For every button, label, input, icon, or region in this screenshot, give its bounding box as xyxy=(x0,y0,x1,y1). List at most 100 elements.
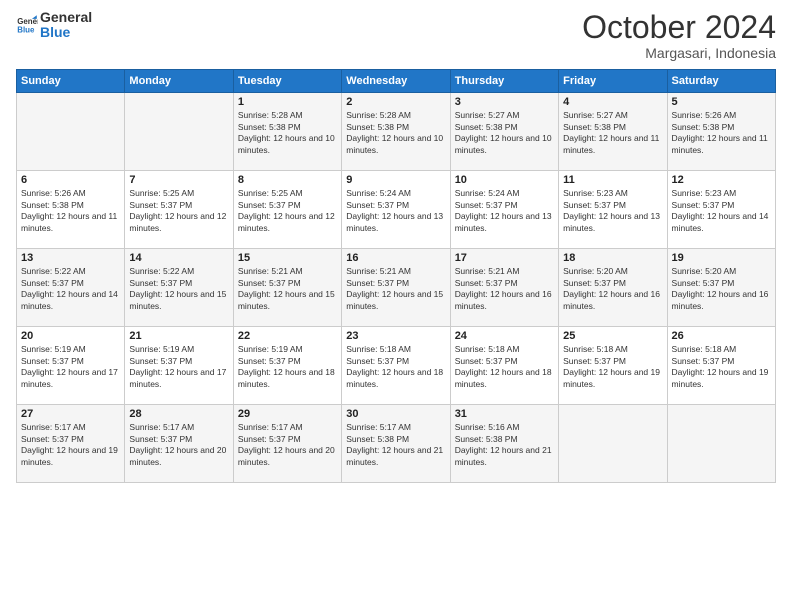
day-number: 10 xyxy=(455,174,554,186)
day-number: 14 xyxy=(129,252,228,264)
day-cell: 24 Sunrise: 5:18 AMSunset: 5:37 PMDayligh… xyxy=(450,327,558,405)
day-cell: 5Sunrise: 5:26 AMSunset: 5:38 PMDaylight… xyxy=(667,93,775,171)
day-info: Sunrise: 5:24 AMSunset: 5:37 PMDaylight:… xyxy=(455,188,554,234)
day-info: Sunrise: 5:25 AMSunset: 5:37 PMDaylight:… xyxy=(129,188,228,234)
header-friday: Friday xyxy=(559,70,667,93)
day-number: 21 xyxy=(129,330,228,342)
day-cell: 18 Sunrise: 5:20 AMSunset: 5:37 PMDayligh… xyxy=(559,249,667,327)
header: General Blue General Blue October 2024 M… xyxy=(16,10,776,61)
day-info: Sunrise: 5:27 AMSunset: 5:38 PMDaylight:… xyxy=(455,110,554,156)
week-row-3: 20 Sunrise: 5:19 AMSunset: 5:37 PMDayligh… xyxy=(17,327,776,405)
day-number: 30 xyxy=(346,408,445,420)
day-cell xyxy=(559,405,667,483)
day-info: Sunrise: 5:18 AMSunset: 5:37 PMDaylight:… xyxy=(672,344,771,390)
day-number: 28 xyxy=(129,408,228,420)
day-number: 15 xyxy=(238,252,337,264)
day-number: 24 xyxy=(455,330,554,342)
day-number: 3 xyxy=(455,96,554,108)
day-cell: 22 Sunrise: 5:19 AMSunset: 5:37 PMDayligh… xyxy=(233,327,341,405)
day-info: Sunrise: 5:18 AMSunset: 5:37 PMDaylight:… xyxy=(563,344,662,390)
header-row: SundayMondayTuesdayWednesdayThursdayFrid… xyxy=(17,70,776,93)
day-number: 25 xyxy=(563,330,662,342)
day-info: Sunrise: 5:28 AMSunset: 5:38 PMDaylight:… xyxy=(346,110,445,156)
day-cell: 14 Sunrise: 5:22 AMSunset: 5:37 PMDayligh… xyxy=(125,249,233,327)
svg-text:Blue: Blue xyxy=(17,26,35,35)
day-number: 2 xyxy=(346,96,445,108)
day-info: Sunrise: 5:24 AMSunset: 5:37 PMDaylight:… xyxy=(346,188,445,234)
day-cell: 9 Sunrise: 5:24 AMSunset: 5:37 PMDaylight… xyxy=(342,171,450,249)
day-info: Sunrise: 5:26 AMSunset: 5:38 PMDaylight:… xyxy=(672,110,771,156)
day-info: Sunrise: 5:20 AMSunset: 5:37 PMDaylight:… xyxy=(672,266,771,312)
day-cell: 2 Sunrise: 5:28 AMSunset: 5:38 PMDaylight… xyxy=(342,93,450,171)
day-cell: 11 Sunrise: 5:23 AMSunset: 5:37 PMDayligh… xyxy=(559,171,667,249)
day-info: Sunrise: 5:18 AMSunset: 5:37 PMDaylight:… xyxy=(455,344,554,390)
day-cell: 25 Sunrise: 5:18 AMSunset: 5:37 PMDayligh… xyxy=(559,327,667,405)
day-info: Sunrise: 5:23 AMSunset: 5:37 PMDaylight:… xyxy=(563,188,662,234)
day-cell: 17 Sunrise: 5:21 AMSunset: 5:37 PMDayligh… xyxy=(450,249,558,327)
title-block: October 2024 Margasari, Indonesia xyxy=(582,10,776,61)
day-info: Sunrise: 5:21 AMSunset: 5:37 PMDaylight:… xyxy=(346,266,445,312)
day-info: Sunrise: 5:22 AMSunset: 5:37 PMDaylight:… xyxy=(21,266,120,312)
day-cell xyxy=(667,405,775,483)
day-cell: 12Sunrise: 5:23 AMSunset: 5:37 PMDayligh… xyxy=(667,171,775,249)
day-number: 20 xyxy=(21,330,120,342)
location: Margasari, Indonesia xyxy=(582,45,776,61)
day-number: 9 xyxy=(346,174,445,186)
day-number: 4 xyxy=(563,96,662,108)
day-info: Sunrise: 5:17 AMSunset: 5:37 PMDaylight:… xyxy=(21,422,120,468)
day-cell: 26 Sunrise: 5:18 AMSunset: 5:37 PMDayligh… xyxy=(667,327,775,405)
header-sunday: Sunday xyxy=(17,70,125,93)
page: General Blue General Blue October 2024 M… xyxy=(0,0,792,612)
day-cell: 31Sunrise: 5:16 AMSunset: 5:38 PMDayligh… xyxy=(450,405,558,483)
day-info: Sunrise: 5:22 AMSunset: 5:37 PMDaylight:… xyxy=(129,266,228,312)
day-number: 13 xyxy=(21,252,120,264)
day-info: Sunrise: 5:19 AMSunset: 5:37 PMDaylight:… xyxy=(21,344,120,390)
day-cell: 28 Sunrise: 5:17 AMSunset: 5:37 PMDayligh… xyxy=(125,405,233,483)
header-saturday: Saturday xyxy=(667,70,775,93)
day-info: Sunrise: 5:20 AMSunset: 5:37 PMDaylight:… xyxy=(563,266,662,312)
day-info: Sunrise: 5:27 AMSunset: 5:38 PMDaylight:… xyxy=(563,110,662,156)
day-number: 29 xyxy=(238,408,337,420)
day-number: 23 xyxy=(346,330,445,342)
day-cell xyxy=(17,93,125,171)
day-number: 18 xyxy=(563,252,662,264)
day-cell: 21Sunrise: 5:19 AMSunset: 5:37 PMDayligh… xyxy=(125,327,233,405)
day-number: 8 xyxy=(238,174,337,186)
day-cell: 30Sunrise: 5:17 AMSunset: 5:38 PMDayligh… xyxy=(342,405,450,483)
day-number: 19 xyxy=(672,252,771,264)
week-row-2: 13 Sunrise: 5:22 AMSunset: 5:37 PMDayligh… xyxy=(17,249,776,327)
day-cell: 15Sunrise: 5:21 AMSunset: 5:37 PMDayligh… xyxy=(233,249,341,327)
header-monday: Monday xyxy=(125,70,233,93)
day-number: 26 xyxy=(672,330,771,342)
day-number: 27 xyxy=(21,408,120,420)
day-info: Sunrise: 5:17 AMSunset: 5:37 PMDaylight:… xyxy=(238,422,337,468)
day-info: Sunrise: 5:18 AMSunset: 5:37 PMDaylight:… xyxy=(346,344,445,390)
header-tuesday: Tuesday xyxy=(233,70,341,93)
day-info: Sunrise: 5:17 AMSunset: 5:37 PMDaylight:… xyxy=(129,422,228,468)
header-thursday: Thursday xyxy=(450,70,558,93)
day-number: 11 xyxy=(563,174,662,186)
day-cell: 23 Sunrise: 5:18 AMSunset: 5:37 PMDayligh… xyxy=(342,327,450,405)
logo: General Blue General Blue xyxy=(16,10,92,41)
day-cell: 29 Sunrise: 5:17 AMSunset: 5:37 PMDayligh… xyxy=(233,405,341,483)
day-cell: 27 Sunrise: 5:17 AMSunset: 5:37 PMDayligh… xyxy=(17,405,125,483)
week-row-4: 27 Sunrise: 5:17 AMSunset: 5:37 PMDayligh… xyxy=(17,405,776,483)
header-wednesday: Wednesday xyxy=(342,70,450,93)
day-info: Sunrise: 5:26 AMSunset: 5:38 PMDaylight:… xyxy=(21,188,120,234)
day-number: 17 xyxy=(455,252,554,264)
day-cell: 7Sunrise: 5:25 AMSunset: 5:37 PMDaylight… xyxy=(125,171,233,249)
day-info: Sunrise: 5:23 AMSunset: 5:37 PMDaylight:… xyxy=(672,188,771,234)
day-cell: 16Sunrise: 5:21 AMSunset: 5:37 PMDayligh… xyxy=(342,249,450,327)
day-info: Sunrise: 5:19 AMSunset: 5:37 PMDaylight:… xyxy=(238,344,337,390)
week-row-1: 6Sunrise: 5:26 AMSunset: 5:38 PMDaylight… xyxy=(17,171,776,249)
day-number: 1 xyxy=(238,96,337,108)
day-info: Sunrise: 5:21 AMSunset: 5:37 PMDaylight:… xyxy=(455,266,554,312)
day-cell: 19 Sunrise: 5:20 AMSunset: 5:37 PMDayligh… xyxy=(667,249,775,327)
day-info: Sunrise: 5:25 AMSunset: 5:37 PMDaylight:… xyxy=(238,188,337,234)
logo-line2: Blue xyxy=(40,25,92,40)
day-cell: 10 Sunrise: 5:24 AMSunset: 5:37 PMDayligh… xyxy=(450,171,558,249)
day-cell: 3 Sunrise: 5:27 AMSunset: 5:38 PMDaylight… xyxy=(450,93,558,171)
logo-line1: General xyxy=(40,10,92,25)
day-number: 22 xyxy=(238,330,337,342)
day-cell xyxy=(125,93,233,171)
